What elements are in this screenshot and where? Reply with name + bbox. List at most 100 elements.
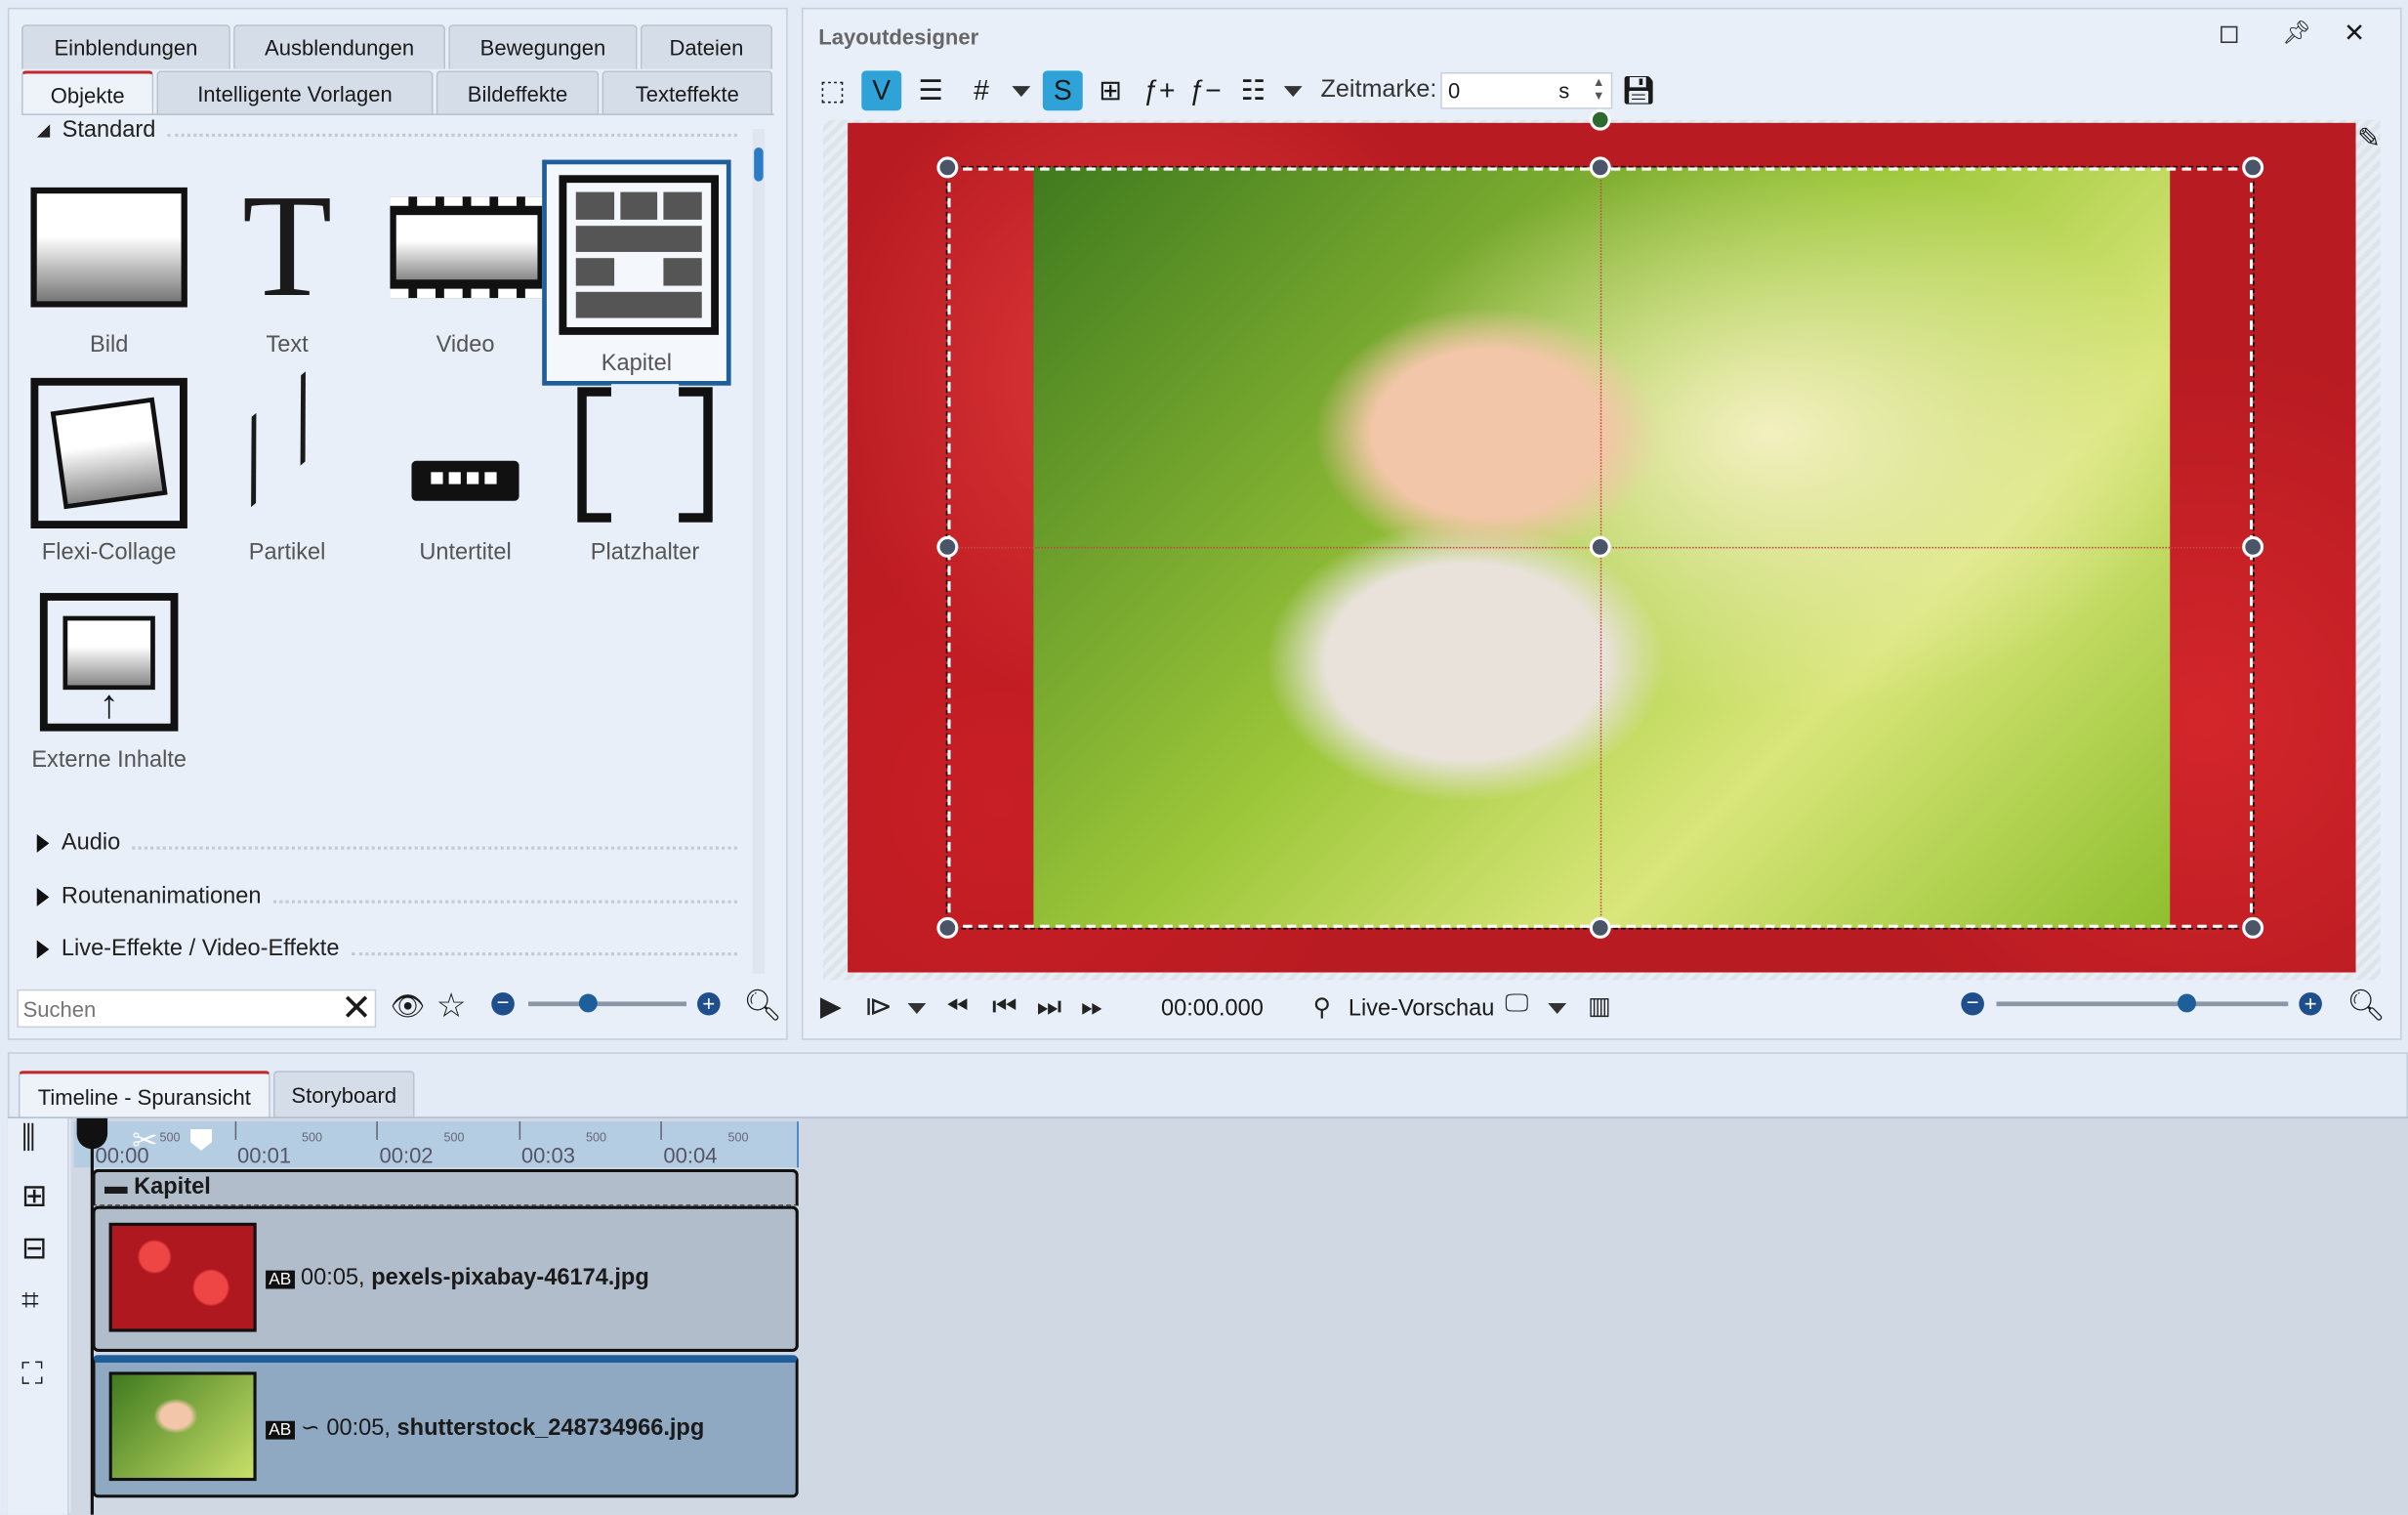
tab-intelligente-vorlagen[interactable]: Intelligente Vorlagen [156,70,434,115]
play-dropdown-icon[interactable] [907,1002,927,1014]
scissors-icon[interactable]: ✂ [132,1121,157,1159]
search-input[interactable] [17,989,377,1029]
magnifier-icon[interactable]: 🔍︎ [743,987,782,1025]
grid-icon[interactable]: # [962,70,1002,110]
play-button[interactable]: ▶ [820,990,842,1023]
tab-ausblendungen[interactable]: Ausblendungen [233,24,446,69]
list-icon[interactable]: ☷ [1233,70,1273,110]
pen-icon[interactable]: ✎ [2357,123,2381,155]
select-tool-icon[interactable]: ⬚ [812,70,852,110]
platzhalter-icon[interactable] [577,384,713,526]
clear-search-icon[interactable]: ✕ [341,987,372,1031]
handle-bc[interactable] [1589,916,1611,939]
section-audio[interactable]: Audio [36,829,737,856]
zoom-fit-icon[interactable]: 🔍︎ [2346,987,2386,1025]
handle-bl[interactable] [936,916,959,939]
preview-screen-icon[interactable]: 🖵︎ [1505,990,1528,1018]
pin-button[interactable]: 📌︎ [2282,19,2311,46]
ruler-minor-label: 500 [159,1130,181,1145]
eye-icon[interactable]: 👁 [390,990,425,1023]
zoom-out-icon[interactable]: − [491,990,515,1016]
zeitmarke-value: 0 [1448,78,1461,104]
live-preview-button[interactable]: Live-Vorschau [1349,995,1495,1022]
icon-size-slider[interactable] [528,993,686,1013]
handle-ml[interactable] [936,535,959,558]
handle-tc[interactable] [1589,156,1611,179]
frame-icon[interactable]: ⛶ [21,1358,43,1393]
star-icon[interactable]: ☆ [436,987,467,1027]
next-button[interactable]: ⏭︎ [1037,990,1061,1023]
externe-inhalte-icon[interactable]: ↑ [39,593,179,732]
grid-dropdown-icon[interactable] [1001,70,1041,110]
fit-icon[interactable]: ⌗ [21,1284,39,1320]
section-live-effekte[interactable]: Live-Effekte / Video-Effekte [36,936,737,962]
rotate-handle[interactable] [1589,108,1611,131]
tab-texteffekte[interactable]: Texteffekte [602,70,773,115]
item-platzhalter-label[interactable]: Platzhalter [568,539,722,566]
tab-storyboard[interactable]: Storyboard [272,1071,415,1118]
maximize-button[interactable] [2221,25,2238,44]
remove-keypoint-icon[interactable]: ƒ− [1185,70,1225,110]
track-2-thumb [108,1371,257,1482]
tab-dateien[interactable]: Dateien [640,24,773,69]
item-text-label[interactable]: Text [210,332,363,358]
collapse-icon: ◢ [36,121,51,141]
path-tool-icon[interactable]: V [861,70,902,111]
tab-bewegungen[interactable]: Bewegungen [448,24,638,69]
handle-tr[interactable] [2242,156,2264,179]
live-preview-icon[interactable]: ⚲ [1313,992,1331,1023]
audio-level-icon[interactable]: ▥ [1588,990,1611,1021]
canvas-zoom-slider[interactable] [1996,993,2289,1013]
expand-icon [36,887,50,906]
handle-br[interactable] [2242,916,2264,939]
chapter-bar[interactable]: ▬ Kapitel [92,1168,799,1206]
item-partikel-label[interactable]: Partikel [210,539,363,566]
item-flexi-collage-label[interactable]: Flexi-Collage [19,539,200,566]
close-button[interactable]: ✕ [2344,19,2365,49]
untertitel-icon[interactable]: ■■■■ [411,460,519,501]
handle-mr[interactable] [2242,535,2264,558]
camera-pan-icon[interactable]: ⊞ [1091,70,1131,110]
tab-bildeffekte[interactable]: Bildeffekte [436,70,600,115]
handle-tl[interactable] [936,156,959,179]
expand-icon [36,939,50,958]
tab-timeline[interactable]: Timeline - Spuransicht [18,1071,270,1118]
item-externe-inhalte-label[interactable]: Externe Inhalte [16,746,203,773]
zoom-in-icon[interactable]: + [697,991,721,1016]
section-routenanimationen[interactable]: Routenanimationen [36,883,737,910]
video-icon[interactable] [390,196,544,299]
section-label: Routenanimationen [61,883,262,910]
save-icon[interactable]: 💾︎ [1619,70,1659,110]
list-dropdown-icon[interactable] [1273,70,1313,110]
zoom-in-canvas-icon[interactable]: + [2299,991,2322,1016]
prev-button[interactable]: ⏮︎ [992,990,1017,1023]
item-untertitel-label[interactable]: Untertitel [389,539,542,566]
motion-path-icon[interactable]: S [1042,70,1083,111]
preview-dropdown-icon[interactable] [1548,1002,1567,1014]
item-bild-label[interactable]: Bild [30,332,187,358]
add-keypoint-icon[interactable]: ƒ+ [1140,70,1180,110]
play-from-button[interactable]: ⧐ [864,990,892,1023]
section-standard[interactable]: ◢ Standard [36,117,737,143]
collapse-icon[interactable]: ▬ [104,1174,134,1200]
track-2-label: AB ∽ 00:05, shutterstock_248734966.jpg [266,1413,704,1441]
zeitmarke-input[interactable]: 0 s ▲ ▼ [1440,71,1613,109]
split-tracks-icon[interactable]: ⫼ [21,1121,35,1157]
layers-icon[interactable]: ☰ [911,70,951,110]
text-icon[interactable]: T [230,171,344,319]
spinner-icon[interactable]: ▲ ▼ [1593,75,1604,103]
image-type-icon: AB [266,1270,295,1289]
forward-button[interactable]: ⏩︎ [1081,990,1103,1023]
ruler-tick [376,1121,378,1140]
tab-einblendungen[interactable]: Einblendungen [21,24,230,69]
scrollbar[interactable] [752,129,766,975]
bild-icon[interactable] [30,187,187,308]
rewind-button[interactable]: ⏪︎ [946,990,969,1023]
collapse-all-icon[interactable]: ⊟ [21,1229,47,1267]
handle-center[interactable] [1589,535,1611,558]
expand-all-icon[interactable]: ⊞ [21,1177,47,1215]
tab-objekte[interactable]: Objekte [21,70,154,115]
flexi-collage-icon[interactable] [30,377,187,529]
zoom-out-canvas-icon[interactable]: − [1961,990,1984,1016]
item-video-label[interactable]: Video [389,332,542,358]
